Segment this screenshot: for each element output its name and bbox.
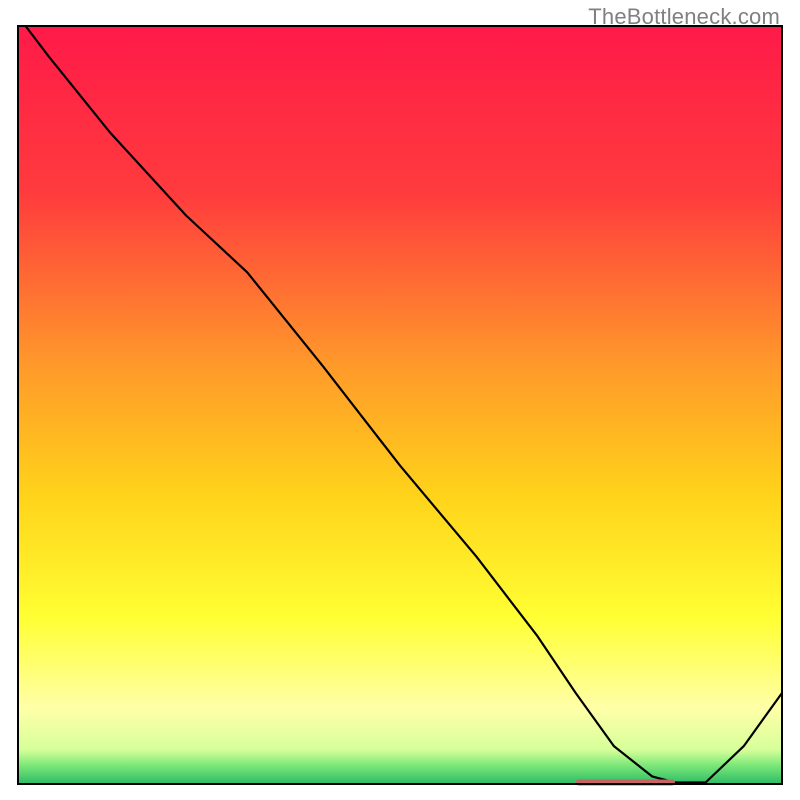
bottleneck-chart (0, 0, 800, 800)
chart-container: TheBottleneck.com (0, 0, 800, 800)
watermark-text: TheBottleneck.com (588, 4, 780, 30)
plot-background (18, 26, 782, 784)
